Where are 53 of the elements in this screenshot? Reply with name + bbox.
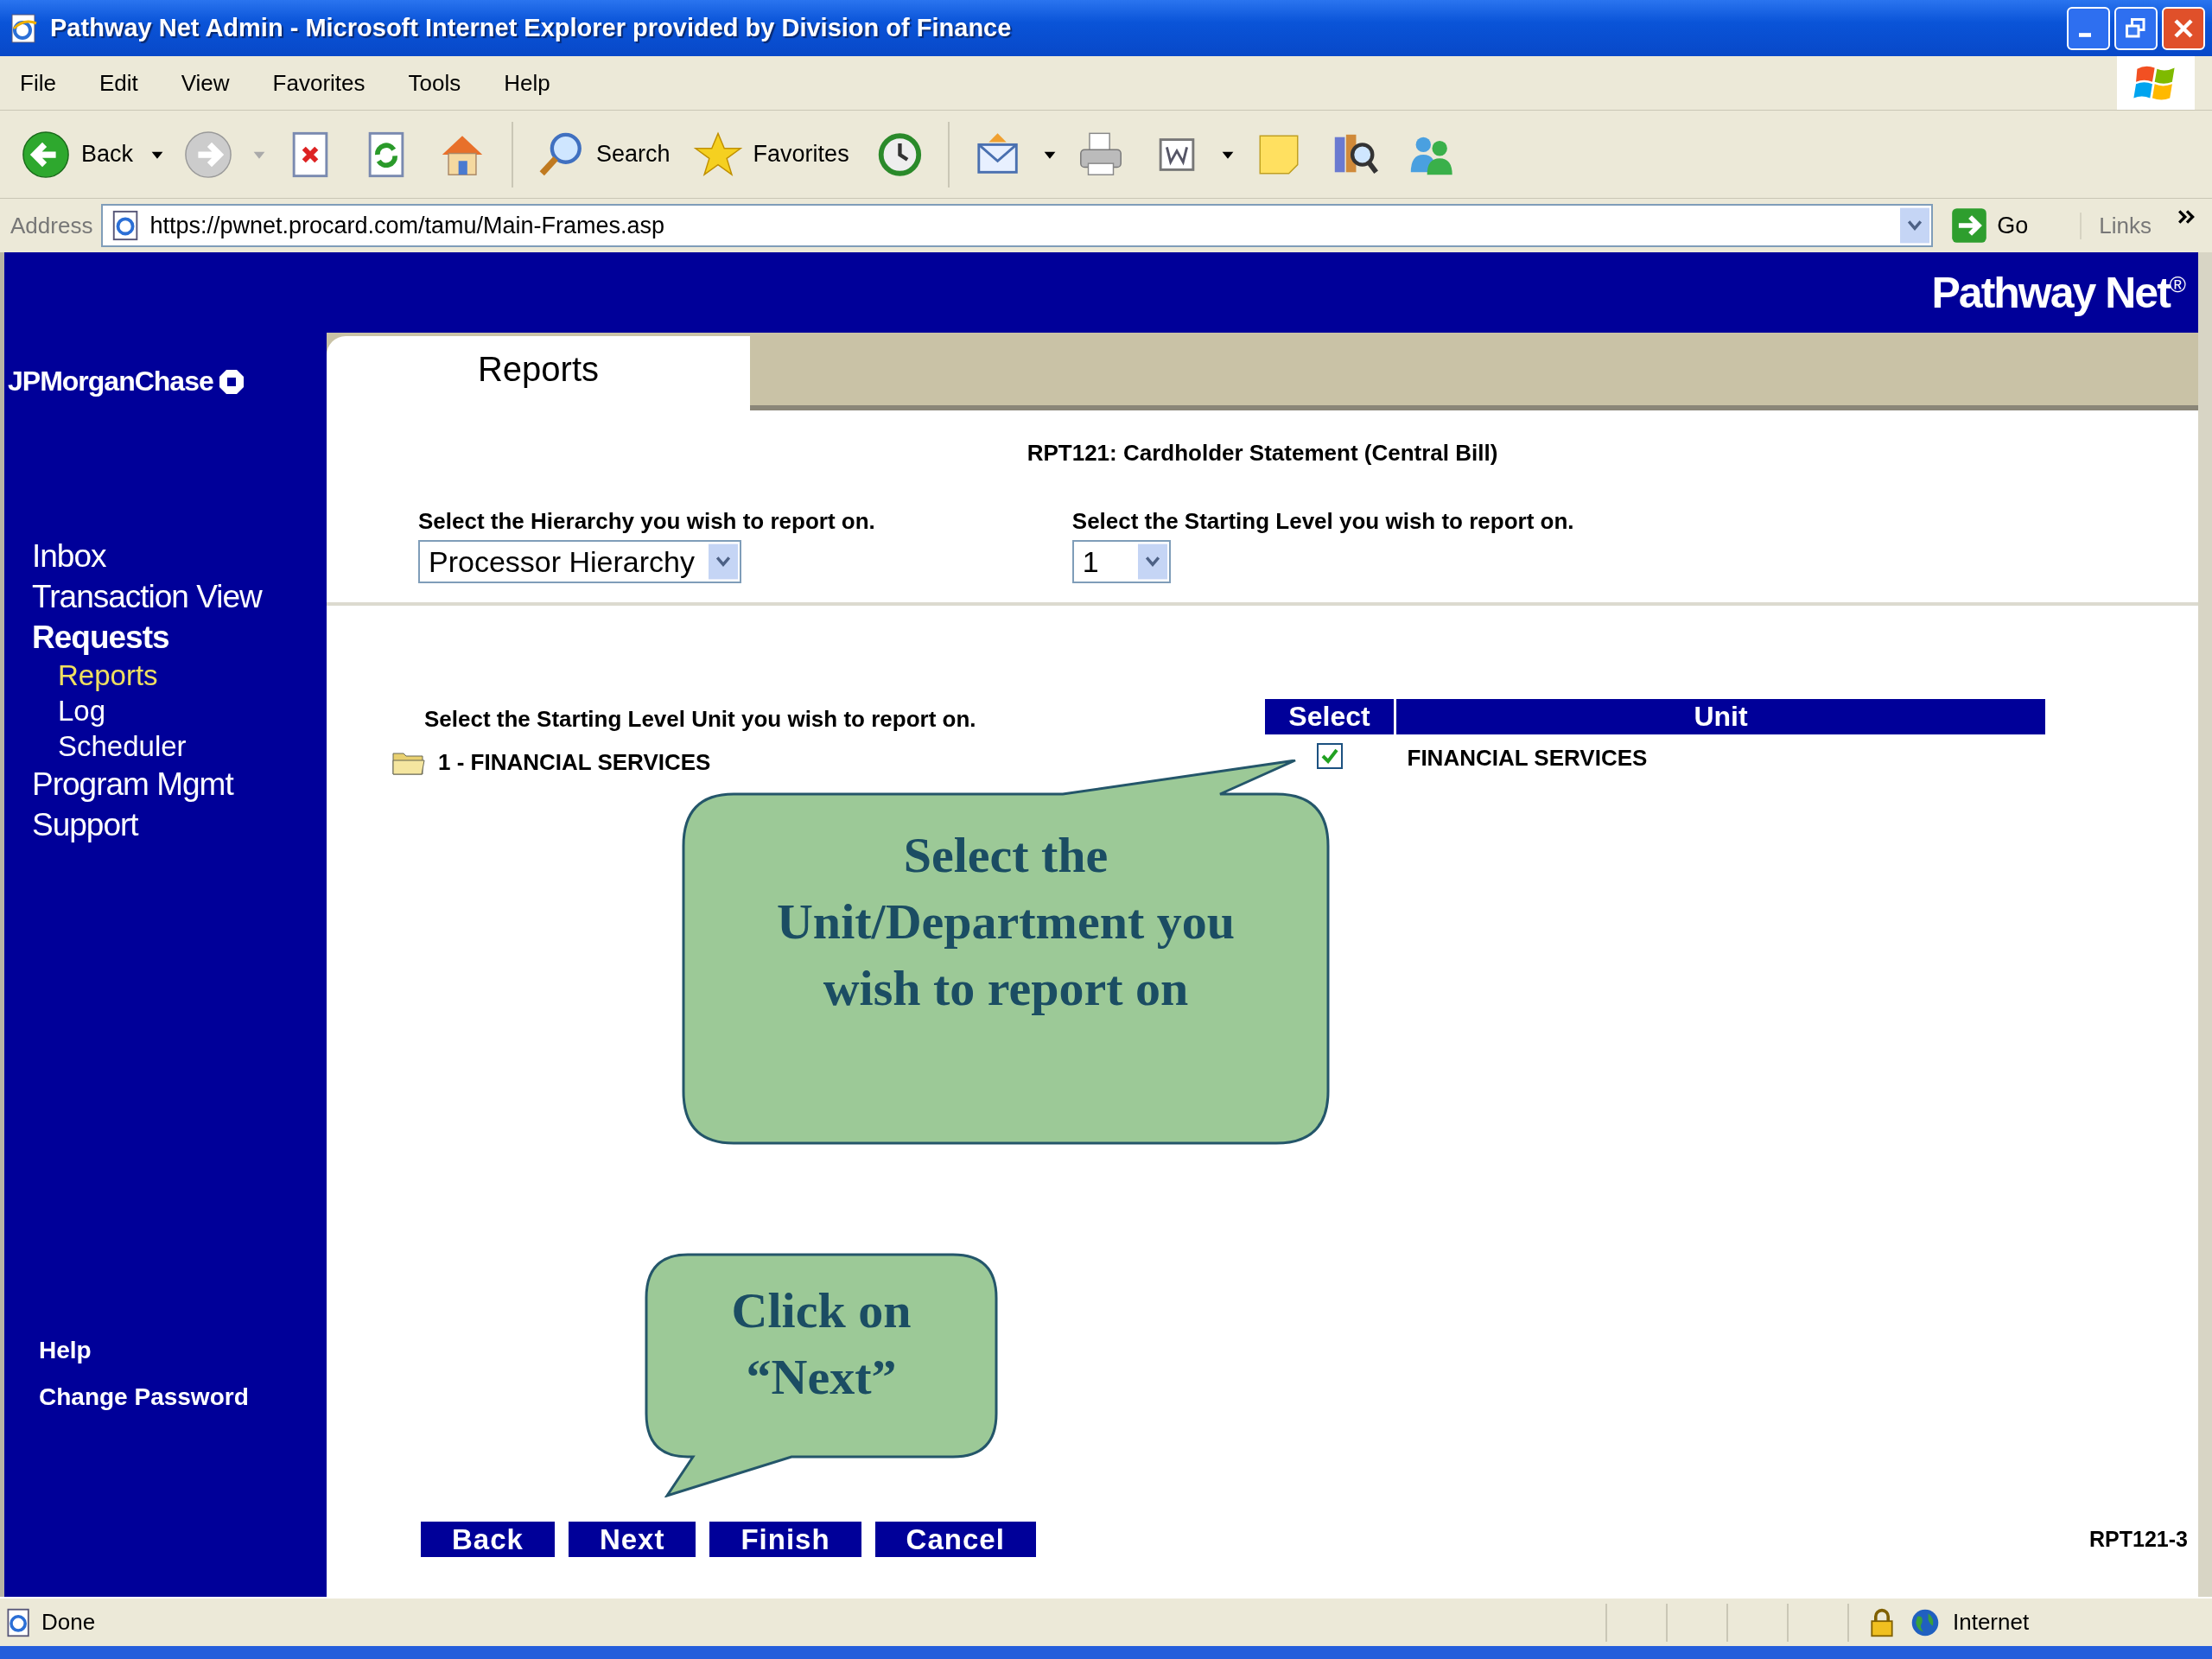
minimize-icon xyxy=(2079,33,2091,37)
menu-item[interactable]: Tools xyxy=(395,69,474,97)
nav-sublink[interactable]: Log xyxy=(32,693,106,728)
brand-logo: Pathway Net$^{®}$ xyxy=(1931,267,2184,318)
tree-item[interactable]: 1 - FINANCIAL SERVICES xyxy=(438,748,711,776)
menu-item[interactable]: File xyxy=(7,69,69,97)
sidebar-link[interactable]: Change Password xyxy=(39,1383,249,1411)
column-header: Select xyxy=(1265,699,1395,734)
back-button[interactable]: Back xyxy=(16,129,139,180)
column-header: Unit xyxy=(1395,699,2045,734)
close-button[interactable] xyxy=(2162,6,2205,50)
nav-link[interactable]: Inbox xyxy=(32,536,106,576)
tab[interactable]: Reports xyxy=(327,336,750,410)
nav-link[interactable]: Requests xyxy=(32,617,169,658)
bank-logo: JPMorganChase xyxy=(8,365,213,397)
nav-link[interactable]: Transaction View xyxy=(32,576,262,617)
wizard-button[interactable]: Back xyxy=(421,1522,555,1557)
menu-item[interactable]: View xyxy=(168,69,243,97)
nav-link[interactable]: Program Mgmt xyxy=(32,764,233,804)
nav-sublink[interactable]: Reports xyxy=(32,658,158,693)
page-id: RPT121-3 xyxy=(2089,1527,2188,1552)
field-label: Select the Hierarchy you wish to report on. xyxy=(418,508,875,535)
table-cell: FINANCIAL SERVICES xyxy=(1395,734,2045,773)
zone-text: Internet xyxy=(1953,1609,2030,1636)
level-select[interactable]: 1 xyxy=(1071,540,1171,583)
search-button[interactable]: Search xyxy=(531,129,676,180)
menu-item[interactable]: Edit xyxy=(86,69,151,97)
octagon-logo-icon xyxy=(218,368,245,395)
address-field[interactable]: https://pwnet.procard.com/tamu/Main-Frames.asp xyxy=(101,204,1934,247)
favorites-button[interactable]: Favorites xyxy=(687,129,855,180)
menu-item[interactable]: Favorites xyxy=(259,69,378,97)
minimize-button[interactable] xyxy=(2067,6,2110,50)
report-title: RPT121: Cardholder Statement (Central Bill) xyxy=(1026,440,1499,467)
status-text: Done xyxy=(41,1609,96,1636)
window-title: Pathway Net Admin - Microsoft Internet Explorer provided by Division of Finance xyxy=(50,14,1012,42)
field-label: Select the Starting Level you wish to report on. xyxy=(1071,508,1574,535)
callout-text: Click on “Next” xyxy=(730,1281,912,1407)
links-label[interactable]: Links xyxy=(2080,212,2152,239)
nav-sublink[interactable]: Scheduler xyxy=(32,728,187,764)
sidebar-link[interactable]: Help xyxy=(39,1337,92,1364)
wizard-button[interactable]: Next xyxy=(568,1522,696,1557)
nav-link[interactable]: Support xyxy=(32,804,138,845)
callout-text: Select the Unit/Department you wish to report on xyxy=(776,826,1236,1018)
menu-item[interactable]: Help xyxy=(491,69,563,97)
checkbox[interactable] xyxy=(1317,743,1344,769)
hierarchy-select[interactable]: Processor Hierarchy xyxy=(418,540,741,583)
go-button[interactable]: Go xyxy=(1942,207,2037,245)
address-label: Address xyxy=(10,212,93,239)
wizard-button[interactable]: Finish xyxy=(709,1522,861,1557)
field-label: Select the Starting Level Unit you wish to report on. xyxy=(424,706,976,733)
chevron-icon[interactable] xyxy=(2177,209,2196,225)
wizard-button[interactable]: Cancel xyxy=(874,1522,1036,1557)
restore-button[interactable] xyxy=(2114,6,2158,50)
